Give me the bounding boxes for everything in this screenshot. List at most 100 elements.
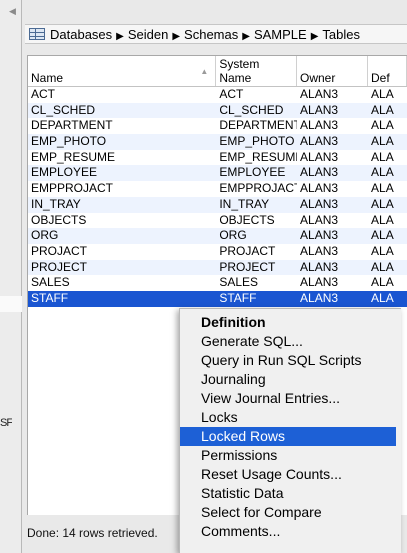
table-cell: ALAN3 bbox=[300, 102, 339, 117]
table-cell: ALA bbox=[371, 149, 394, 164]
column-header-line2: Owner bbox=[300, 71, 336, 85]
menu-item-permissions[interactable]: Permissions bbox=[180, 446, 401, 465]
table-cell: EMPLOYEE bbox=[31, 165, 98, 180]
table-cell: ALA bbox=[371, 181, 394, 196]
breadcrumb-separator-icon: ▶ bbox=[310, 30, 319, 42]
column-header[interactable]: Name ▲ bbox=[28, 56, 217, 86]
menu-item-journaling[interactable]: Journaling bbox=[180, 370, 401, 389]
table-cell: ALAN3 bbox=[300, 118, 339, 133]
table-cell: ALAN3 bbox=[300, 87, 339, 101]
context-menu: Definition Generate SQL... Query in Run SQ… bbox=[179, 308, 401, 553]
table-row[interactable]: STAFF STAFF ALAN3 ALA bbox=[28, 290, 407, 307]
table-cell: DEPARTMENT bbox=[31, 118, 113, 133]
table-cell: ALAN3 bbox=[300, 228, 339, 243]
table-cell: ALA bbox=[371, 275, 394, 290]
table-row[interactable]: PROJECT PROJECT ALAN3 ALA bbox=[28, 259, 407, 276]
table-cell: PROJECT bbox=[219, 259, 276, 274]
left-pane: ◀ SF bbox=[0, 0, 22, 553]
table-cell: ALA bbox=[371, 290, 394, 305]
table-cell: EMP_RESUME bbox=[219, 149, 298, 164]
menu-item-locks[interactable]: Locks bbox=[180, 408, 401, 427]
table-cell: ORG bbox=[31, 228, 59, 243]
status-bar-text: Done: 14 rows retrieved. bbox=[27, 526, 158, 540]
menu-item-locked-rows[interactable]: Locked Rows bbox=[180, 427, 396, 446]
table-cell: ALAN3 bbox=[300, 181, 339, 196]
table-header: Name ▲ System Name Owner Def bbox=[28, 56, 407, 87]
table-cell: ALA bbox=[371, 102, 394, 117]
table-row[interactable]: IN_TRAY IN_TRAY ALAN3 ALA bbox=[28, 196, 407, 213]
column-header[interactable]: Def bbox=[368, 56, 407, 86]
table-cell: ALAN3 bbox=[300, 196, 339, 211]
table-cell: ALA bbox=[371, 212, 394, 227]
table-row[interactable]: SALES SALES ALAN3 ALA bbox=[28, 275, 407, 291]
table-cell: ALAN3 bbox=[300, 275, 339, 290]
table-row[interactable]: ACT ACT ALAN3 ALA bbox=[28, 87, 407, 103]
table-cell: STAFF bbox=[219, 290, 257, 305]
breadcrumb-item[interactable]: Schemas bbox=[184, 27, 238, 42]
menu-item-statistic-data[interactable]: Statistic Data bbox=[180, 484, 401, 503]
table-cell: STAFF bbox=[31, 290, 69, 305]
table-cell: PROJACT bbox=[219, 243, 276, 258]
menu-item-definition[interactable]: Definition bbox=[180, 313, 401, 332]
breadcrumb-separator-icon: ▶ bbox=[242, 30, 250, 42]
table-cell: SALES bbox=[31, 275, 70, 290]
table-cell: ALA bbox=[371, 196, 394, 211]
table-row[interactable]: DEPARTMENT DEPARTMENT ALAN3 ALA bbox=[28, 118, 407, 134]
table-cell: ALA bbox=[371, 87, 394, 101]
table-cell: ORG bbox=[219, 228, 247, 243]
menu-item-query-in-run-sql-scripts[interactable]: Query in Run SQL Scripts bbox=[180, 351, 401, 370]
table-cell: CL_SCHED bbox=[31, 102, 96, 117]
table-row[interactable]: EMP_PHOTO EMP_PHOTO ALAN3 ALA bbox=[28, 134, 407, 150]
column-header-line2: Name bbox=[31, 71, 64, 85]
table-cell: ACT bbox=[31, 87, 55, 101]
table-cell: ALA bbox=[371, 243, 394, 258]
table-cell: ALAN3 bbox=[300, 212, 339, 227]
table-cell: ALA bbox=[371, 165, 394, 180]
menu-item-comments[interactable]: Comments... bbox=[180, 522, 401, 541]
table-row[interactable]: OBJECTS OBJECTS ALAN3 ALA bbox=[28, 213, 407, 229]
table-cell: CL_SCHED bbox=[219, 102, 284, 117]
breadcrumb-item[interactable]: SAMPLE bbox=[254, 27, 307, 42]
breadcrumb-separator-icon: ▶ bbox=[172, 30, 181, 42]
breadcrumb-item[interactable]: Seiden bbox=[128, 27, 168, 42]
column-header-line1: System bbox=[219, 57, 260, 71]
table-cell: ALAN3 bbox=[300, 149, 339, 164]
table-cell: EMP_PHOTO bbox=[219, 134, 295, 149]
table-cell: EMP_RESUME bbox=[31, 149, 116, 164]
table-cell: ALA bbox=[371, 259, 394, 274]
table-row[interactable]: ORG ORG ALAN3 ALA bbox=[28, 228, 407, 244]
table-cell: PROJACT bbox=[31, 243, 88, 258]
table-cell: ALAN3 bbox=[300, 290, 339, 305]
table-cell: OBJECTS bbox=[219, 212, 275, 227]
table-cell: ALA bbox=[371, 134, 394, 149]
column-header-line2: Name bbox=[219, 71, 252, 85]
table-cell: EMP_PHOTO bbox=[31, 134, 107, 149]
breadcrumb-item[interactable]: Tables bbox=[322, 27, 360, 42]
menu-item-reset-usage-counts[interactable]: Reset Usage Counts... bbox=[180, 465, 401, 484]
column-header-line1 bbox=[31, 57, 212, 71]
left-pane-truncated-text: SF bbox=[0, 417, 12, 429]
table-row[interactable]: CL_SCHED CL_SCHED ALAN3 ALA bbox=[28, 102, 407, 119]
column-header-line2: Def bbox=[371, 71, 390, 85]
table-row[interactable]: EMP_RESUME EMP_RESUME ALAN3 ALA bbox=[28, 150, 407, 166]
column-header[interactable]: System Name bbox=[216, 56, 297, 86]
collapse-arrow-icon[interactable]: ◀ bbox=[9, 6, 16, 17]
table-row[interactable]: EMPPROJACT EMPPROJACT ALAN3 ALA bbox=[28, 181, 407, 197]
table-cell: ALAN3 bbox=[300, 165, 339, 180]
table-body: ACT ACT ALAN3 ALA CL_SCHED CL_SCHED ALAN3 ALA DE… bbox=[28, 87, 407, 307]
table-cell: ALA bbox=[371, 228, 394, 243]
table-cell: PROJECT bbox=[31, 259, 88, 274]
menu-item-generate-sql[interactable]: Generate SQL... bbox=[180, 332, 401, 351]
sort-ascending-icon: ▲ bbox=[200, 67, 209, 76]
column-header-line1 bbox=[300, 57, 364, 71]
menu-item-select-for-compare[interactable]: Select for Compare bbox=[180, 503, 401, 522]
table-cell: ALA bbox=[371, 118, 394, 133]
breadcrumb-item[interactable]: Databases bbox=[50, 27, 112, 42]
table-cell: EMPLOYEE bbox=[219, 165, 286, 180]
table-grid-icon bbox=[29, 28, 45, 40]
table-row[interactable]: PROJACT PROJACT ALAN3 ALA bbox=[28, 244, 407, 260]
table-cell: SALES bbox=[219, 275, 259, 290]
table-row[interactable]: EMPLOYEE EMPLOYEE ALAN3 ALA bbox=[28, 165, 407, 182]
column-header[interactable]: Owner bbox=[297, 56, 368, 86]
menu-item-view-journal-entries[interactable]: View Journal Entries... bbox=[180, 389, 401, 408]
